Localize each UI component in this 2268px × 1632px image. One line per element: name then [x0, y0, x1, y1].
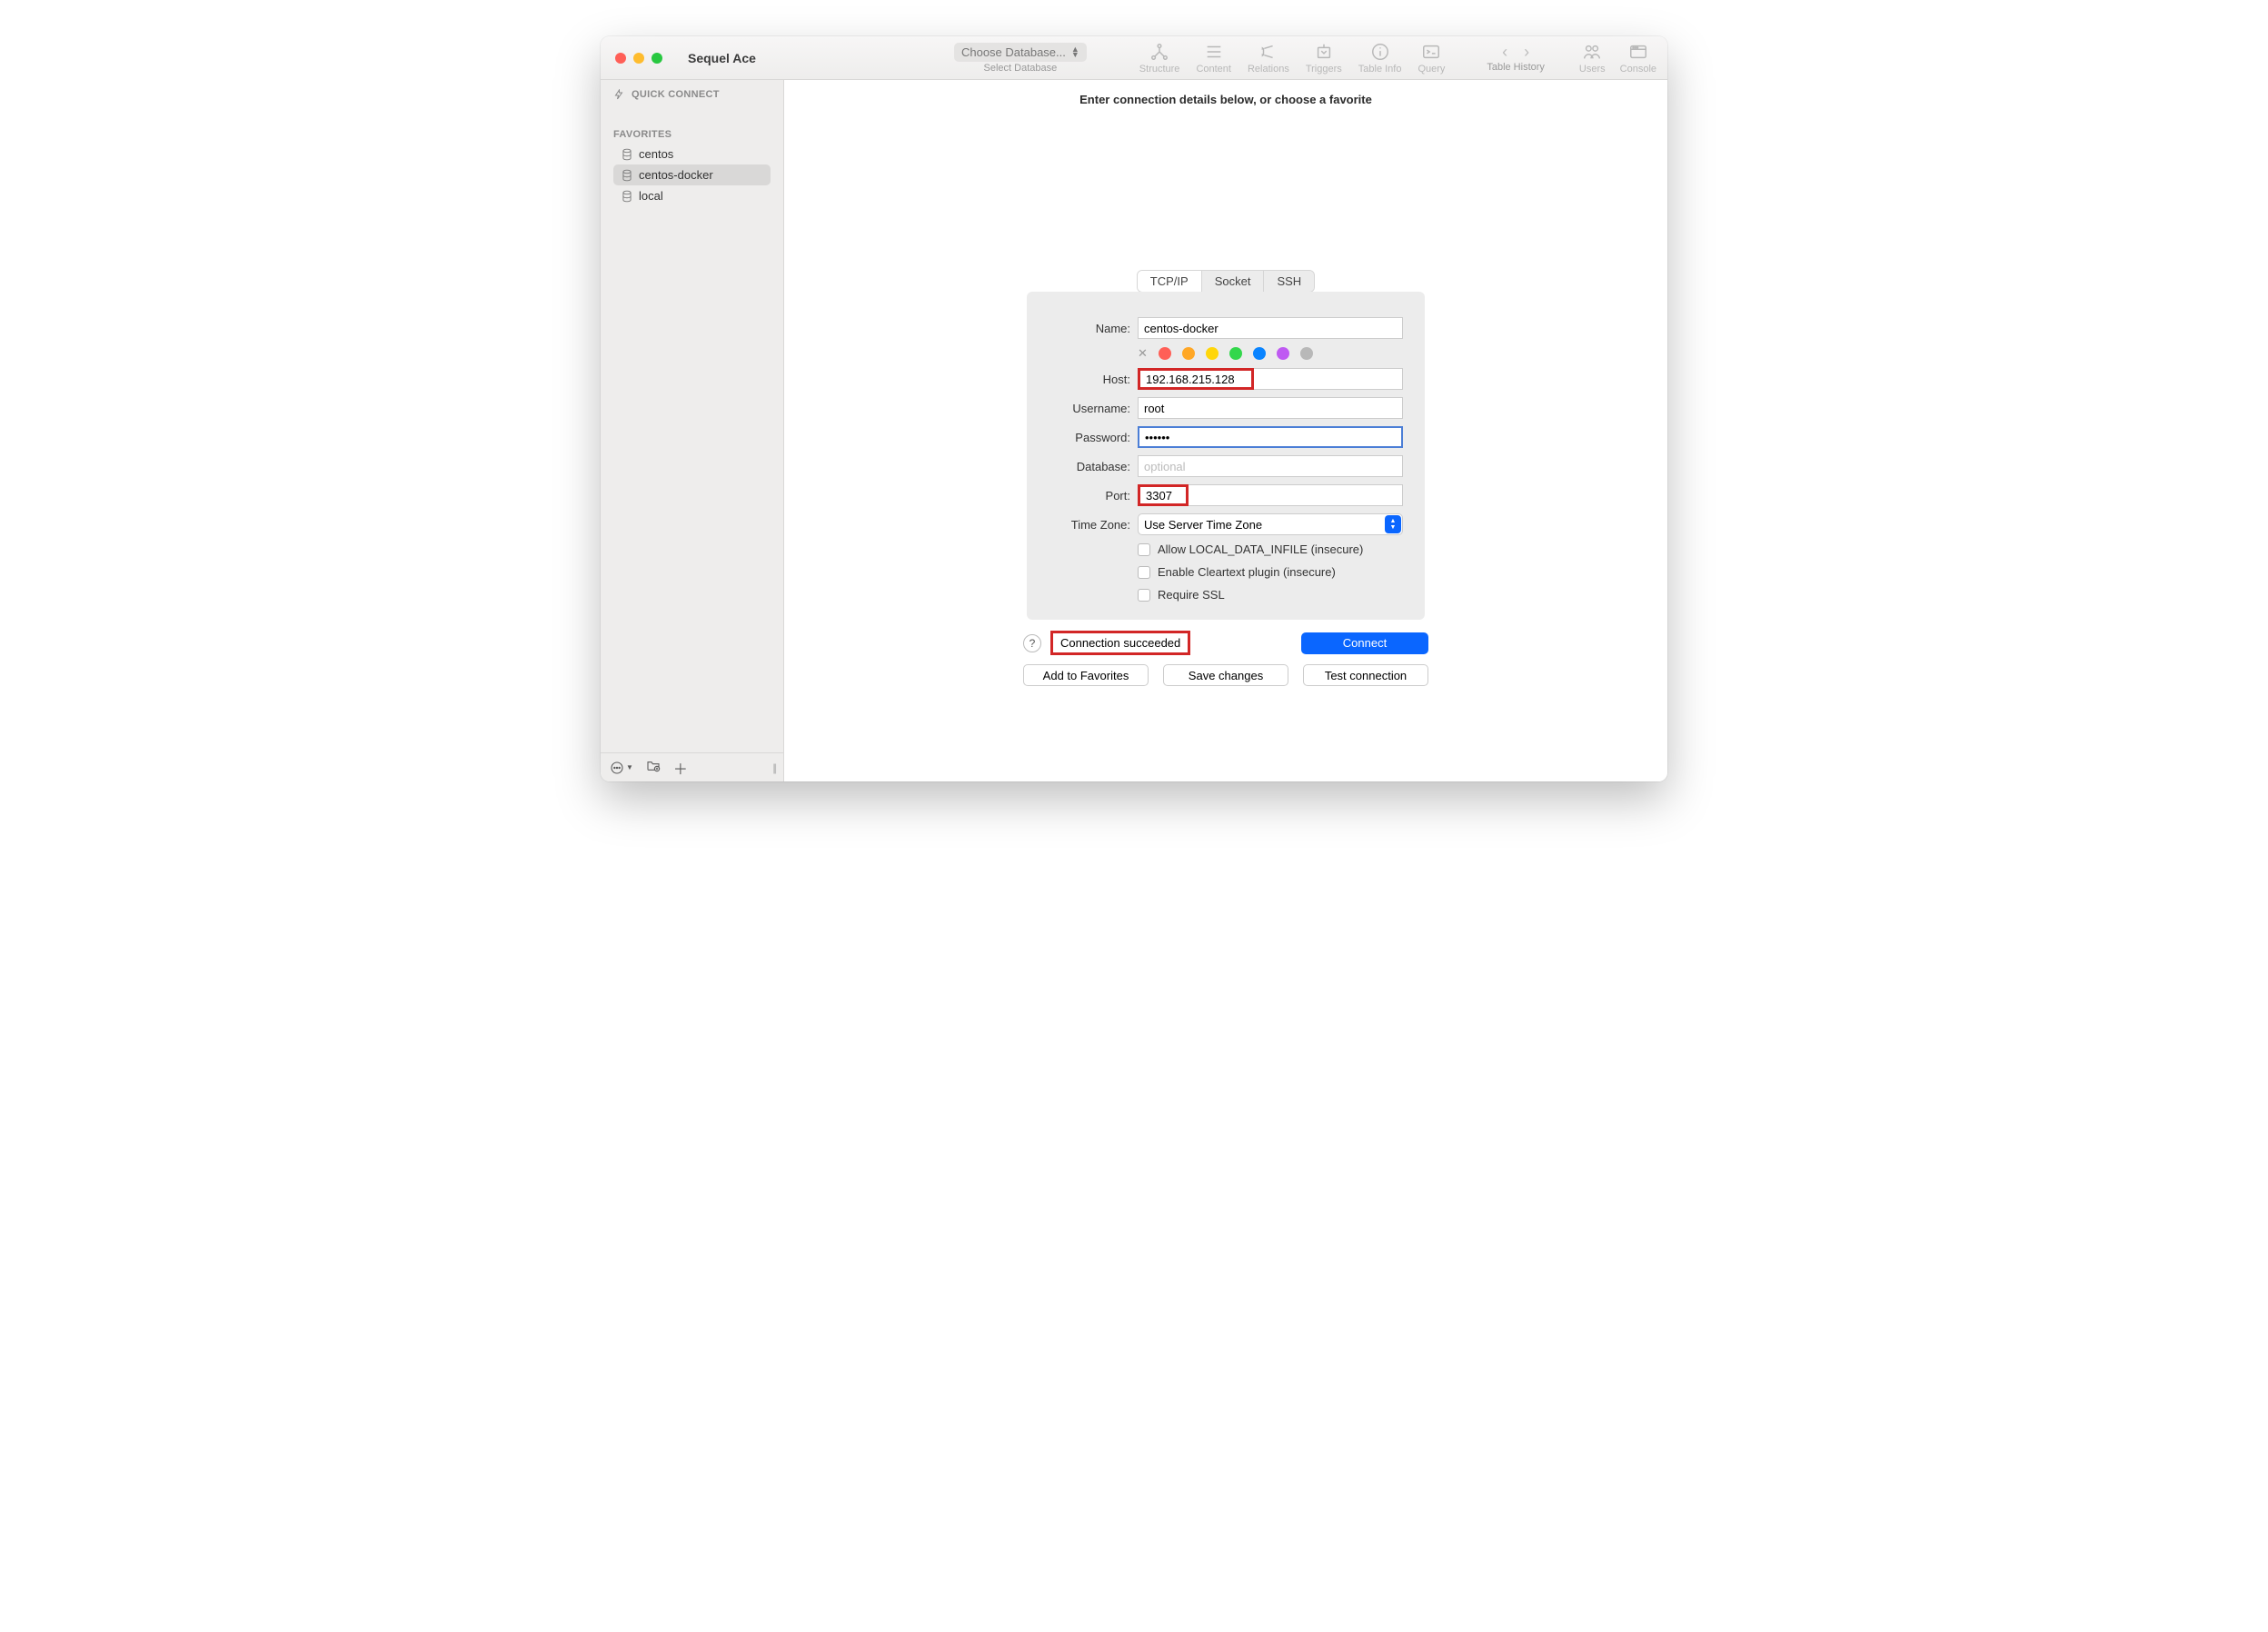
database-chooser[interactable]: Choose Database... ▲▼ Select Database — [954, 43, 1087, 74]
favorite-item-centos[interactable]: centos — [613, 144, 771, 164]
history-back-icon[interactable]: ‹ — [1502, 43, 1507, 62]
minimize-window-icon[interactable] — [633, 53, 644, 64]
name-label: Name: — [1049, 322, 1130, 335]
prompt-text: Enter connection details below, or choos… — [1079, 93, 1372, 106]
color-green[interactable] — [1229, 347, 1242, 360]
timezone-select[interactable]: Use Server Time Zone — [1138, 513, 1403, 535]
timezone-label: Time Zone: — [1049, 518, 1130, 532]
add-to-favorites-button[interactable]: Add to Favorites — [1023, 664, 1149, 686]
clear-color-icon[interactable]: ✕ — [1138, 346, 1148, 361]
host-label: Host: — [1049, 373, 1130, 386]
quick-connect-header[interactable]: QUICK CONNECT — [613, 89, 771, 100]
tool-query[interactable]: Query — [1418, 42, 1445, 75]
color-red[interactable] — [1159, 347, 1171, 360]
history-forward-icon[interactable]: › — [1524, 43, 1529, 62]
favorites-header: FAVORITES — [613, 129, 771, 140]
save-changes-button[interactable]: Save changes — [1163, 664, 1288, 686]
tool-console[interactable]: Console — [1620, 42, 1656, 75]
database-icon — [621, 169, 633, 182]
database-input[interactable] — [1138, 455, 1403, 477]
favorites-list: centos centos-docker local — [613, 144, 771, 206]
database-chooser-label: Choose Database... — [961, 45, 1066, 59]
tool-content[interactable]: Content — [1196, 42, 1231, 75]
require-ssl-checkbox[interactable]: Require SSL — [1138, 588, 1403, 602]
app-window: Sequel Ace Choose Database... ▲▼ Select … — [601, 36, 1667, 781]
username-input[interactable] — [1138, 397, 1403, 419]
sidebar: QUICK CONNECT FAVORITES centos centos-do… — [601, 80, 784, 781]
color-gray[interactable] — [1300, 347, 1313, 360]
users-icon — [1582, 42, 1602, 62]
tool-triggers[interactable]: Triggers — [1306, 42, 1342, 75]
connection-status: Connection succeeded — [1050, 631, 1190, 655]
test-connection-button[interactable]: Test connection — [1303, 664, 1428, 686]
tab-tcpip[interactable]: TCP/IP — [1138, 271, 1202, 292]
toolbar-icons: Structure Content Relations Triggers Tab… — [1139, 42, 1446, 75]
content-icon — [1204, 42, 1224, 62]
port-input[interactable] — [1138, 484, 1189, 506]
connect-button[interactable]: Connect — [1301, 632, 1428, 654]
database-icon — [621, 190, 633, 203]
close-window-icon[interactable] — [615, 53, 626, 64]
add-button[interactable]: ＋ — [673, 757, 688, 779]
color-blue[interactable] — [1253, 347, 1266, 360]
password-label: Password: — [1049, 431, 1130, 444]
password-input[interactable] — [1138, 426, 1403, 448]
traffic-lights — [615, 53, 662, 64]
ellipsis-circle-icon — [610, 761, 624, 775]
checkbox-icon — [1138, 543, 1150, 556]
titlebar: Sequel Ace Choose Database... ▲▼ Select … — [601, 36, 1667, 80]
connection-tabs: TCP/IP Socket SSH — [1137, 270, 1315, 293]
actions-menu-button[interactable]: ▼ — [610, 761, 633, 775]
checkbox-icon — [1138, 589, 1150, 602]
updown-icon: ▲▼ — [1071, 46, 1079, 57]
allow-local-infile-checkbox[interactable]: Allow LOCAL_DATA_INFILE (insecure) — [1138, 542, 1403, 556]
folder-plus-icon — [646, 758, 661, 772]
relations-icon — [1258, 42, 1278, 62]
tab-ssh[interactable]: SSH — [1264, 271, 1314, 292]
table-history[interactable]: ‹ › Table History — [1487, 43, 1545, 73]
username-label: Username: — [1049, 402, 1130, 415]
color-purple[interactable] — [1277, 347, 1289, 360]
host-input[interactable] — [1138, 368, 1254, 390]
main-content: Enter connection details below, or choos… — [784, 80, 1667, 781]
zoom-window-icon[interactable] — [652, 53, 662, 64]
app-title: Sequel Ace — [688, 51, 756, 65]
console-icon — [1628, 42, 1648, 62]
tab-socket[interactable]: Socket — [1202, 271, 1265, 292]
checkbox-icon — [1138, 566, 1150, 579]
folder-add-button[interactable] — [646, 758, 661, 777]
name-input[interactable] — [1138, 317, 1403, 339]
info-icon — [1370, 42, 1390, 62]
help-button[interactable]: ? — [1023, 634, 1041, 652]
port-label: Port: — [1049, 489, 1130, 503]
triggers-icon — [1314, 42, 1334, 62]
bolt-icon — [613, 89, 624, 100]
color-swatches: ✕ — [1138, 346, 1403, 361]
query-icon — [1421, 42, 1441, 62]
enable-cleartext-checkbox[interactable]: Enable Cleartext plugin (insecure) — [1138, 565, 1403, 579]
tool-users[interactable]: Users — [1579, 42, 1606, 75]
select-caret-icon: ▲▼ — [1385, 515, 1401, 533]
tool-structure[interactable]: Structure — [1139, 42, 1180, 75]
database-label: Database: — [1049, 460, 1130, 473]
database-icon — [621, 148, 633, 161]
connection-panel: Name: ✕ Host: — [1027, 292, 1425, 620]
host-input-tail[interactable] — [1254, 368, 1403, 390]
tool-relations[interactable]: Relations — [1248, 42, 1289, 75]
favorite-item-local[interactable]: local — [613, 185, 771, 206]
favorite-item-centos-docker[interactable]: centos-docker — [613, 164, 771, 185]
structure-icon — [1149, 42, 1169, 62]
port-input-tail[interactable] — [1189, 484, 1403, 506]
color-yellow[interactable] — [1206, 347, 1219, 360]
tool-table-info[interactable]: Table Info — [1358, 42, 1402, 75]
color-orange[interactable] — [1182, 347, 1195, 360]
database-chooser-sub: Select Database — [984, 63, 1058, 74]
sidebar-footer: ▼ ＋ ||| — [601, 752, 783, 781]
